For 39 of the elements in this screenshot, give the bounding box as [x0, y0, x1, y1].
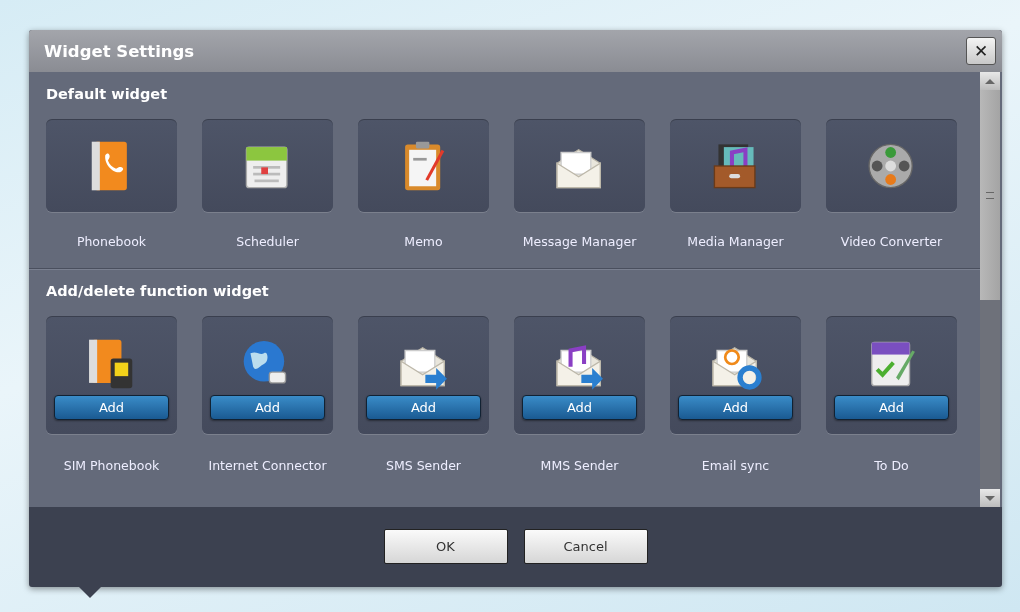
widget-tile[interactable]: Add [670, 316, 801, 434]
widget-tile[interactable]: Add [358, 316, 489, 434]
scrollbar-thumb[interactable] [980, 90, 1000, 300]
widget-tile[interactable]: Add [514, 316, 645, 434]
widget-label: Video Converter [840, 234, 943, 249]
widget-label: Internet Connector [208, 458, 327, 473]
widget-tile[interactable] [670, 119, 801, 212]
section-heading: Default widget [46, 86, 169, 102]
section-heading: Add/delete function widget [46, 283, 270, 299]
add-button[interactable]: Add [210, 394, 325, 420]
widget-label: Phonebook [76, 234, 147, 249]
widget-tile[interactable]: Add [202, 316, 333, 434]
close-button[interactable]: ✕ [966, 37, 996, 65]
widget-label: Media Manager [687, 234, 784, 249]
widget-tile[interactable]: Add [826, 316, 957, 434]
widget-label: Memo [404, 234, 443, 249]
widget-label: Email sync [701, 458, 770, 473]
widget-tile[interactable] [202, 119, 333, 212]
widget-label: MMS Sender [540, 458, 619, 473]
add-button[interactable]: Add [678, 394, 793, 420]
widget-tile[interactable] [826, 119, 957, 212]
scroll-down-button[interactable] [980, 489, 1000, 507]
add-button[interactable]: Add [522, 394, 637, 420]
widget-tile[interactable] [514, 119, 645, 212]
add-button[interactable]: Add [54, 394, 169, 420]
cancel-button[interactable]: Cancel [523, 528, 648, 564]
widget-label: Scheduler [236, 234, 299, 249]
window-title: Widget Settings [44, 41, 195, 61]
widget-label: Message Manager [522, 234, 637, 249]
widget-tile[interactable]: Add [46, 316, 177, 434]
widget-tile[interactable] [46, 119, 177, 212]
widget-tile[interactable] [358, 119, 489, 212]
scroll-up-button[interactable] [980, 72, 1000, 90]
widget-label: SMS Sender [386, 458, 461, 473]
ok-button[interactable]: OK [383, 528, 508, 564]
add-button[interactable]: Add [834, 394, 949, 420]
widget-label: To Do [874, 458, 909, 473]
widget-label: SIM Phonebook [63, 458, 160, 473]
add-button[interactable]: Add [366, 394, 481, 420]
